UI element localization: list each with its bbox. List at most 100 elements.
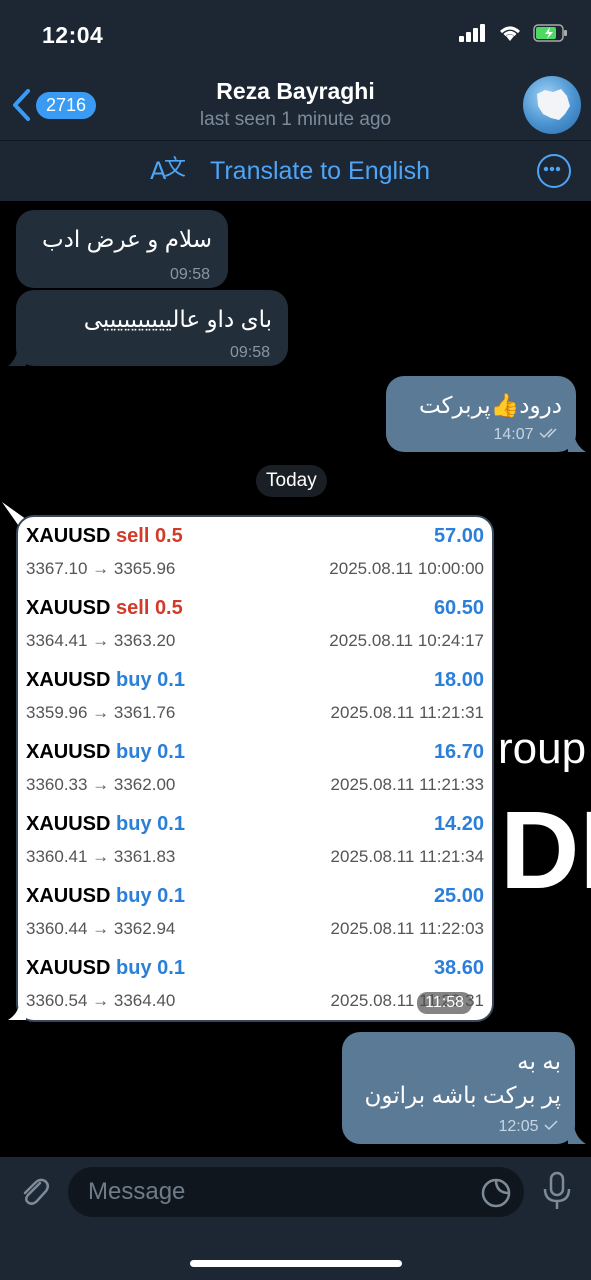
trade-profit: 60.50 bbox=[433, 597, 484, 619]
bubble-tail bbox=[568, 1126, 586, 1144]
trade-profit: 57.00 bbox=[433, 525, 484, 547]
trade-symbol-name: XAUUSD bbox=[26, 525, 111, 547]
trade-side: buy bbox=[116, 885, 152, 907]
trade-lot: 0.5 bbox=[154, 525, 183, 547]
wallpaper-logo-subtext: roup bbox=[498, 724, 587, 773]
chat-area[interactable]: DI roup سلام و عرض ادب 09:58 بای داو عال… bbox=[0, 202, 591, 1157]
last-seen-status: last seen 1 minute ago bbox=[199, 109, 392, 130]
message-time: 12:05 bbox=[499, 1118, 562, 1136]
trade-lot: 0.1 bbox=[157, 741, 185, 763]
message-time: 11:58 bbox=[417, 992, 472, 1014]
svg-text:文: 文 bbox=[164, 156, 186, 181]
message-text: بای داو عالییییییییییی bbox=[83, 306, 272, 332]
translate-bar: A 文 Translate to English bbox=[0, 141, 591, 201]
trade-symbol-name: XAUUSD bbox=[26, 669, 111, 691]
trade-prices: 3360.33 → 3362.00 bbox=[26, 775, 176, 794]
trade-profit: 14.20 bbox=[433, 813, 484, 835]
outgoing-message[interactable]: به به پر برکت باشه براتون 12:05 bbox=[342, 1032, 575, 1144]
attach-icon[interactable] bbox=[16, 1173, 52, 1209]
message-time-value: 14:07 bbox=[493, 426, 534, 443]
incoming-message[interactable]: سلام و عرض ادب 09:58 bbox=[16, 210, 228, 288]
trade-side: sell bbox=[116, 525, 150, 547]
trade-profit: 18.00 bbox=[433, 669, 484, 691]
message-text: سلام و عرض ادب bbox=[41, 226, 212, 252]
chat-header: 2716 Reza Bayraghi last seen 1 minute ag… bbox=[0, 70, 591, 141]
trade-date: 2025.08.11 10:00:00 bbox=[329, 559, 484, 578]
trade-symbol-name: XAUUSD bbox=[26, 597, 111, 619]
outgoing-message[interactable]: درود👍پربرکت 14:07 bbox=[386, 376, 576, 452]
trade-lot: 0.5 bbox=[154, 597, 183, 619]
trade-row: XAUUSD buy 0.1 18.00 3359.96 → 3361.76 2025… bbox=[26, 669, 484, 741]
trade-prices: 3367.10 → 3365.96 bbox=[26, 559, 176, 578]
trade-prices: 3360.54 → 3364.40 bbox=[26, 991, 176, 1010]
more-dots-icon bbox=[543, 166, 560, 171]
wallpaper-logo: DI bbox=[500, 789, 591, 912]
status-icons bbox=[459, 24, 569, 42]
message-placeholder: Message bbox=[88, 1178, 186, 1205]
trade-date: 2025.08.11 11:21:33 bbox=[330, 775, 484, 794]
trade-lot: 0.1 bbox=[157, 669, 185, 691]
trade-date: 2025.08.11 10:24:17 bbox=[329, 631, 484, 650]
avatar-map-image bbox=[537, 89, 570, 120]
trade-symbol: XAUUSD sell 0.5 bbox=[26, 525, 183, 548]
trade-side: sell bbox=[116, 597, 150, 619]
trade-prices: 3359.96 → 3361.76 bbox=[26, 703, 176, 722]
message-text: درود👍پربرکت bbox=[418, 392, 562, 418]
bubble-tail bbox=[568, 434, 586, 452]
message-time: 09:58 bbox=[229, 344, 270, 361]
bubble-tail bbox=[8, 348, 26, 366]
incoming-message[interactable]: بای داو عالییییییییییی 09:58 bbox=[16, 290, 288, 366]
trade-symbol: XAUUSD buy 0.1 bbox=[26, 957, 185, 980]
trade-symbol: XAUUSD buy 0.1 bbox=[26, 669, 185, 692]
trade-side: buy bbox=[116, 741, 152, 763]
more-options-button[interactable] bbox=[537, 154, 571, 188]
sticker-icon[interactable] bbox=[480, 1177, 512, 1209]
trade-symbol: XAUUSD buy 0.1 bbox=[26, 885, 185, 908]
trade-date: 2025.08.11 11:21:31 bbox=[330, 703, 484, 722]
signal-icon bbox=[459, 24, 485, 42]
trade-symbol-name: XAUUSD bbox=[26, 741, 111, 763]
trade-lot: 0.1 bbox=[157, 957, 185, 979]
trade-side: buy bbox=[116, 957, 152, 979]
trade-row: XAUUSD buy 0.1 16.70 3360.33 → 3362.00 2025… bbox=[26, 741, 484, 813]
message-text-line: به به bbox=[517, 1048, 561, 1074]
message-time-value: 12:05 bbox=[498, 1118, 539, 1135]
home-indicator bbox=[190, 1260, 402, 1267]
trade-symbol: XAUUSD buy 0.1 bbox=[26, 813, 185, 836]
avatar[interactable] bbox=[523, 76, 581, 134]
trade-date: 2025.08.11 11:21:34 bbox=[330, 847, 484, 866]
trade-prices: 3364.41 → 3363.20 bbox=[26, 631, 176, 650]
trade-lot: 0.1 bbox=[157, 885, 185, 907]
status-time: 12:04 bbox=[42, 22, 104, 48]
microphone-icon[interactable] bbox=[540, 1171, 574, 1211]
message-input[interactable]: Message bbox=[68, 1167, 524, 1217]
trade-profit: 25.00 bbox=[433, 885, 484, 907]
trade-symbol-name: XAUUSD bbox=[26, 813, 111, 835]
trade-symbol-name: XAUUSD bbox=[26, 885, 111, 907]
chat-title[interactable]: Reza Bayraghi bbox=[0, 78, 591, 105]
double-check-icon bbox=[539, 428, 557, 439]
trade-lot: 0.1 bbox=[157, 813, 185, 835]
trade-profit: 16.70 bbox=[433, 741, 484, 763]
trade-history-image[interactable]: XAUUSD sell 0.5 57.00 3367.10 → 3365.96 202… bbox=[16, 515, 494, 1022]
trade-prices: 3360.44 → 3362.94 bbox=[26, 919, 176, 938]
battery-icon bbox=[533, 24, 567, 42]
trade-side: buy bbox=[116, 813, 152, 835]
trade-symbol-name: XAUUSD bbox=[26, 957, 111, 979]
trade-row: XAUUSD sell 0.5 57.00 3367.10 → 3365.96 202… bbox=[26, 525, 484, 597]
trade-row: XAUUSD buy 0.1 14.20 3360.41 → 3361.83 2025… bbox=[26, 813, 484, 885]
trade-date: 2025.08.11 11:22:03 bbox=[330, 919, 484, 938]
message-text-line: پر برکت باشه براتون bbox=[364, 1082, 561, 1108]
trade-row: XAUUSD buy 0.1 38.60 3360.54 → 3364.40 2025… bbox=[26, 957, 484, 1029]
trade-row: XAUUSD sell 0.5 60.50 3364.41 → 3363.20 202… bbox=[26, 597, 484, 669]
bubble-tail bbox=[8, 1002, 26, 1020]
wifi-icon bbox=[500, 26, 520, 41]
trade-symbol: XAUUSD buy 0.1 bbox=[26, 741, 185, 764]
check-icon bbox=[544, 1120, 558, 1131]
trade-symbol: XAUUSD sell 0.5 bbox=[26, 597, 183, 620]
message-time: 09:58 bbox=[169, 266, 210, 283]
translate-button[interactable]: Translate to English bbox=[210, 157, 430, 186]
trade-prices: 3360.41 → 3361.83 bbox=[26, 847, 176, 866]
trade-row: XAUUSD buy 0.1 25.00 3360.44 → 3362.94 2025… bbox=[26, 885, 484, 957]
day-separator: Today bbox=[256, 465, 327, 497]
